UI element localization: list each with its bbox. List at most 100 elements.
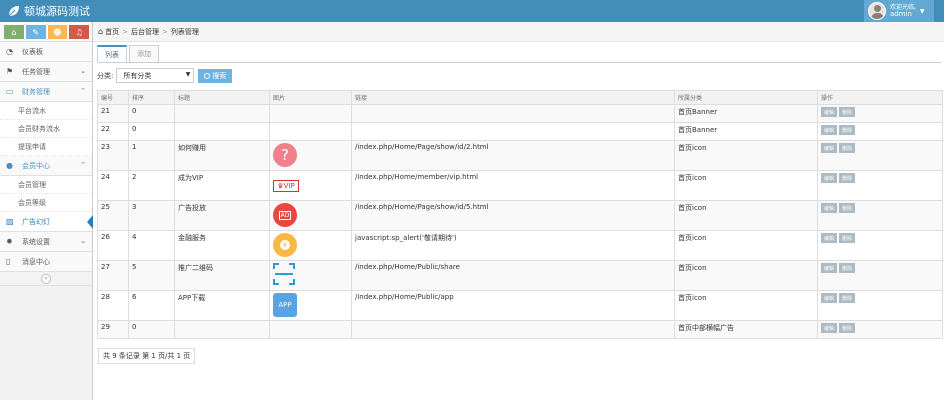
tab-add[interactable]: 添加 xyxy=(129,45,159,63)
cell-image: APP xyxy=(269,290,352,321)
double-chevron-left-icon: « xyxy=(41,273,51,284)
header-order: 排序 xyxy=(128,90,175,105)
sidebar-subitem-member-level[interactable]: 会员等级 xyxy=(0,194,92,212)
sidebar-item-label: 广告幻灯 xyxy=(22,217,50,226)
edit-button[interactable]: 编辑 xyxy=(821,107,838,117)
header-image: 图片 xyxy=(269,90,352,105)
users-icon: ☻ xyxy=(53,27,62,37)
search-button[interactable]: 搜索 xyxy=(198,68,233,83)
sidebar-item-messages[interactable]: ▯ 消息中心 xyxy=(0,252,92,272)
sidebar: ⌂ ✎ ☻ ♫ ◔ 仪表板 ⚑ 任务管理 ⌄ ▭ 财务管理 ⌃ 平台流水 会员财… xyxy=(0,22,93,400)
cell-category: 首页icon xyxy=(674,260,818,291)
delete-button[interactable]: 删除 xyxy=(839,143,856,153)
breadcrumb-separator: > xyxy=(122,27,128,36)
shortcut-edit-button[interactable]: ✎ xyxy=(25,25,46,39)
category-select[interactable]: 所有分类 ▼ xyxy=(116,68,195,83)
table-row: 26 4 金融服务 ¥ javascript:sp_alert('敬请期待') … xyxy=(97,230,943,261)
cell-image: ? xyxy=(269,140,352,171)
sidebar-subitem-withdraw[interactable]: 提现申请 xyxy=(0,138,92,156)
sidebar-item-finance[interactable]: ▭ 财务管理 ⌃ xyxy=(0,82,92,102)
delete-button[interactable]: 删除 xyxy=(839,293,856,303)
cell-ops: 编辑 删除 xyxy=(817,200,943,231)
brand[interactable]: 顿城源码测试 xyxy=(8,3,90,19)
caret-down-icon: ▼ xyxy=(919,7,925,15)
shortcut-alert-button[interactable]: ♫ xyxy=(69,25,89,39)
cell-image xyxy=(269,122,352,141)
flag-icon: ⚑ xyxy=(6,67,14,76)
breadcrumb-parent[interactable]: 后台管理 xyxy=(131,27,159,37)
qr-scan-icon xyxy=(273,263,295,285)
cell-category: 首页icon xyxy=(674,290,818,321)
table-row: 22 0 首页Banner 编辑 删除 xyxy=(97,122,943,141)
chevron-down-icon: ⌄ xyxy=(80,67,86,75)
cell-title: 成为VIP xyxy=(174,170,270,201)
cell-ops: 编辑 删除 xyxy=(817,290,943,321)
cell-link: /index.php/Home/Public/app xyxy=(351,290,675,321)
table-row: 29 0 首页中部横幅广告 编辑 删除 xyxy=(97,320,943,339)
delete-button[interactable]: 删除 xyxy=(839,263,856,273)
sidebar-shortcuts: ⌂ ✎ ☻ ♫ xyxy=(0,22,92,42)
cell-order: 0 xyxy=(128,122,175,141)
tabs: 列表 添加 xyxy=(97,45,161,63)
tab-divider xyxy=(97,62,941,63)
cell-title: 金融服务 xyxy=(174,230,270,261)
delete-button[interactable]: 删除 xyxy=(839,233,856,243)
avatar xyxy=(868,2,886,20)
shortcut-users-button[interactable]: ☻ xyxy=(47,25,68,39)
header-title: 标题 xyxy=(174,90,270,105)
table-row: 24 2 成为VIP ♛ VIP /index.php/Home/member/v… xyxy=(97,170,943,201)
sidebar-subitem-platform-flow[interactable]: 平台流水 xyxy=(0,102,92,120)
cell-ops: 编辑 删除 xyxy=(817,320,943,339)
dashboard-icon: ◔ xyxy=(6,47,13,56)
pencil-icon: ✎ xyxy=(32,27,39,37)
cell-link: /index.php/Home/member/vip.html xyxy=(351,170,675,201)
edit-button[interactable]: 编辑 xyxy=(821,233,838,243)
cell-category: 首页icon xyxy=(674,140,818,171)
shortcut-home-button[interactable]: ⌂ xyxy=(4,25,24,39)
cell-id: 21 xyxy=(97,104,129,123)
cell-title xyxy=(174,104,270,123)
cell-category: 首页Banner xyxy=(674,104,818,123)
vip-icon-text: VIP xyxy=(283,182,295,190)
cell-category: 首页icon xyxy=(674,170,818,201)
bell-icon: ♫ xyxy=(75,27,83,37)
cell-category: 首页中部横幅广告 xyxy=(674,320,818,339)
vip-icon: ♛ VIP xyxy=(273,180,299,192)
table-row: 25 3 广告投放 AD /index.php/Home/Page/show/i… xyxy=(97,200,943,231)
edit-button[interactable]: 编辑 xyxy=(821,125,838,135)
sidebar-item-settings[interactable]: ✹ 系统设置 ⌄ xyxy=(0,232,92,252)
cell-title: 推广二维码 xyxy=(174,260,270,291)
sidebar-item-dashboard[interactable]: ◔ 仪表板 xyxy=(0,42,92,62)
edit-button[interactable]: 编辑 xyxy=(821,323,838,333)
cell-id: 27 xyxy=(97,260,129,291)
delete-button[interactable]: 删除 xyxy=(839,323,856,333)
delete-button[interactable]: 删除 xyxy=(839,125,856,135)
search-icon xyxy=(204,72,211,79)
edit-button[interactable]: 编辑 xyxy=(821,293,838,303)
delete-button[interactable]: 删除 xyxy=(839,107,856,117)
edit-button[interactable]: 编辑 xyxy=(821,143,838,153)
brand-title: 顿城源码测试 xyxy=(24,5,90,18)
table-row: 21 0 首页Banner 编辑 删除 xyxy=(97,104,943,123)
sidebar-item-ads[interactable]: ▨ 广告幻灯 xyxy=(0,212,93,232)
breadcrumb-home[interactable]: 首页 xyxy=(105,27,119,37)
cell-id: 25 xyxy=(97,200,129,231)
cell-order: 3 xyxy=(128,200,175,231)
delete-button[interactable]: 删除 xyxy=(839,173,856,183)
sidebar-subitem-member-manage[interactable]: 会员管理 xyxy=(0,176,92,194)
sidebar-item-tasks[interactable]: ⚑ 任务管理 ⌄ xyxy=(0,62,92,82)
edit-button[interactable]: 编辑 xyxy=(821,173,838,183)
cell-ops: 编辑 删除 xyxy=(817,122,943,141)
sidebar-subitem-member-flow[interactable]: 会员财务流水 xyxy=(0,120,92,138)
edit-button[interactable]: 编辑 xyxy=(821,263,838,273)
sidebar-item-label: 财务管理 xyxy=(22,87,50,96)
delete-button[interactable]: 删除 xyxy=(839,203,856,213)
tab-list[interactable]: 列表 xyxy=(97,45,127,63)
question-icon: ? xyxy=(273,143,297,167)
user-menu[interactable]: 欢迎光临, admin ▼ xyxy=(864,0,934,22)
edit-button[interactable]: 编辑 xyxy=(821,203,838,213)
sidebar-collapse-toggle[interactable]: « xyxy=(0,272,92,286)
cell-order: 2 xyxy=(128,170,175,201)
cell-category: 首页icon xyxy=(674,230,818,261)
sidebar-item-members[interactable]: ● 会员中心 ⌃ xyxy=(0,156,92,176)
